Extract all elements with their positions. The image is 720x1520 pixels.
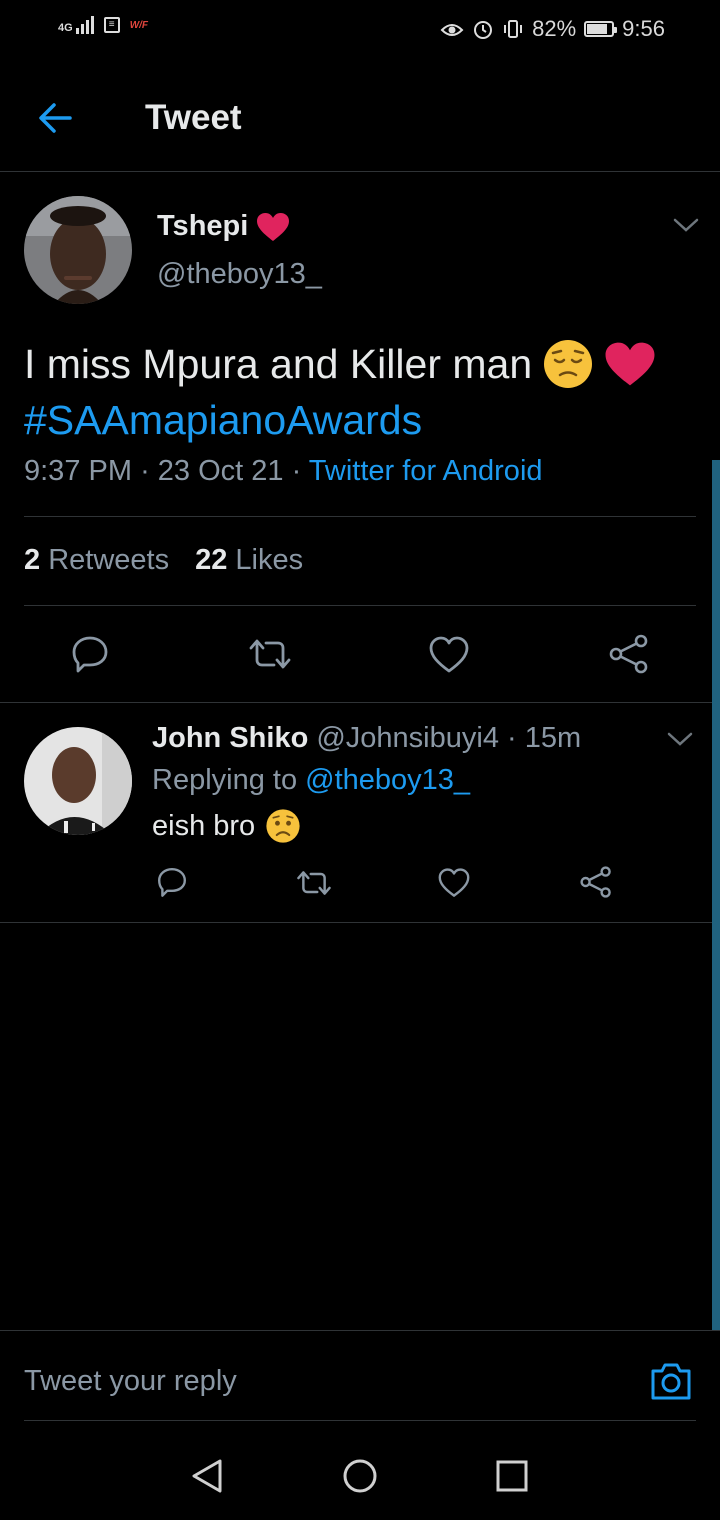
tweet-author-name-row[interactable]: Tshepi — [157, 210, 290, 243]
replying-to-label: Replying to — [152, 764, 298, 796]
alarm-icon — [474, 21, 493, 39]
pensive-face-emoji-icon — [544, 340, 593, 388]
retweets-count: 2 — [24, 544, 41, 576]
reply-body: eish bro — [152, 809, 256, 842]
reply-input[interactable]: Tweet your reply — [24, 1365, 237, 1398]
retweets-stat[interactable]: 2 Retweets — [24, 544, 169, 577]
nav-back-button[interactable] — [190, 1458, 224, 1499]
reply-button[interactable] — [70, 634, 110, 679]
tweet-author-name[interactable]: Tshepi — [157, 210, 248, 243]
chevron-down-icon — [673, 218, 699, 232]
share-icon — [609, 634, 648, 674]
tweet-hashtag-link[interactable]: #SAAmapianoAwards — [24, 392, 704, 448]
likes-stat[interactable]: 22 Likes — [195, 544, 303, 577]
tweet-text: I miss Mpura and Killer man #SAAmapianoA… — [24, 336, 704, 448]
signal-icon: 4G — [58, 16, 94, 34]
eye-comfort-icon — [440, 24, 464, 36]
like-button[interactable] — [429, 636, 469, 679]
share-icon — [580, 866, 611, 898]
status-bar: 4G ≡ W/F 82% 9:56 — [0, 0, 720, 60]
reply-author-name[interactable]: John Shiko — [152, 722, 308, 754]
tweet-time: 9:37 PM — [24, 455, 132, 487]
tweet-body: I miss Mpura and Killer man — [24, 341, 533, 387]
network-type: 4G — [58, 22, 73, 34]
replying-to-handle-link[interactable]: @theboy13_ — [305, 764, 470, 796]
page-title: Tweet — [145, 98, 242, 137]
retweets-label: Retweets — [48, 544, 170, 576]
reply-comment-button[interactable] — [156, 866, 188, 903]
wifi-tag: W/F — [129, 19, 149, 31]
share-button[interactable] — [608, 634, 650, 679]
camera-icon — [651, 1363, 691, 1400]
vibrate-icon — [504, 20, 523, 38]
divider — [24, 605, 696, 606]
clock: 9:56 — [622, 16, 665, 41]
reply-share-button[interactable] — [579, 866, 613, 903]
nav-recents-button[interactable] — [496, 1460, 528, 1497]
retweet-icon — [297, 871, 331, 895]
retweet-button[interactable] — [248, 636, 292, 677]
heart-outline-icon — [429, 636, 469, 673]
top-app-bar: Tweet — [0, 60, 720, 172]
red-heart-emoji-icon — [257, 212, 290, 241]
tweet-options-chevron[interactable] — [672, 216, 700, 239]
square-recents-icon — [496, 1460, 528, 1492]
reply-author-handle[interactable]: @Johnsibuyi4 — [316, 722, 499, 754]
battery-percent: 82% — [532, 16, 577, 41]
avatar-photo — [24, 196, 132, 304]
nav-home-button[interactable] — [342, 1458, 378, 1499]
meta-separator: · — [291, 455, 309, 487]
tweet-source-link[interactable]: Twitter for Android — [309, 455, 543, 487]
meta-separator: · — [507, 722, 517, 754]
tweet-date: 23 Oct 21 — [157, 455, 284, 487]
tweet-author-handle[interactable]: @theboy13_ — [157, 258, 322, 291]
comment-icon — [72, 636, 108, 673]
heart-outline-icon — [438, 868, 470, 897]
back-button[interactable] — [36, 100, 76, 141]
add-photo-button[interactable] — [649, 1360, 693, 1407]
tweet-stats: 2 Retweets 22 Likes — [24, 544, 303, 577]
replying-to: Replying to @theboy13_ — [152, 764, 470, 797]
meta-separator: · — [140, 455, 158, 487]
reply-header: John Shiko @Johnsibuyi4 · 15m — [152, 722, 581, 755]
scrollbar[interactable] — [712, 460, 720, 1330]
retweet-icon — [249, 639, 291, 669]
triangle-back-icon — [192, 1459, 222, 1493]
divider — [0, 702, 720, 703]
reply-age: 15m — [524, 722, 582, 754]
worried-face-emoji-icon — [266, 809, 300, 843]
tweet-author-avatar[interactable] — [24, 196, 132, 304]
reply-like-button[interactable] — [438, 868, 470, 903]
comment-icon — [158, 868, 186, 897]
arrow-left-icon — [39, 103, 72, 133]
reply-text: eish bro — [152, 808, 301, 844]
circle-home-icon — [343, 1459, 377, 1493]
divider — [24, 516, 696, 517]
reply-options-chevron[interactable] — [666, 730, 694, 753]
divider — [0, 1330, 720, 1331]
notification-icon: ≡ — [103, 17, 120, 33]
reply-retweet-button[interactable] — [296, 868, 332, 903]
reply-author-avatar[interactable] — [24, 727, 132, 835]
likes-label: Likes — [235, 544, 304, 576]
divider — [24, 1420, 696, 1421]
red-heart-emoji-icon — [605, 342, 655, 386]
chevron-down-icon — [667, 732, 693, 746]
avatar-photo — [24, 727, 132, 835]
battery-icon — [584, 21, 618, 37]
divider — [0, 922, 720, 923]
likes-count: 22 — [195, 544, 228, 576]
tweet-meta: 9:37 PM · 23 Oct 21 · Twitter for Androi… — [24, 455, 543, 488]
